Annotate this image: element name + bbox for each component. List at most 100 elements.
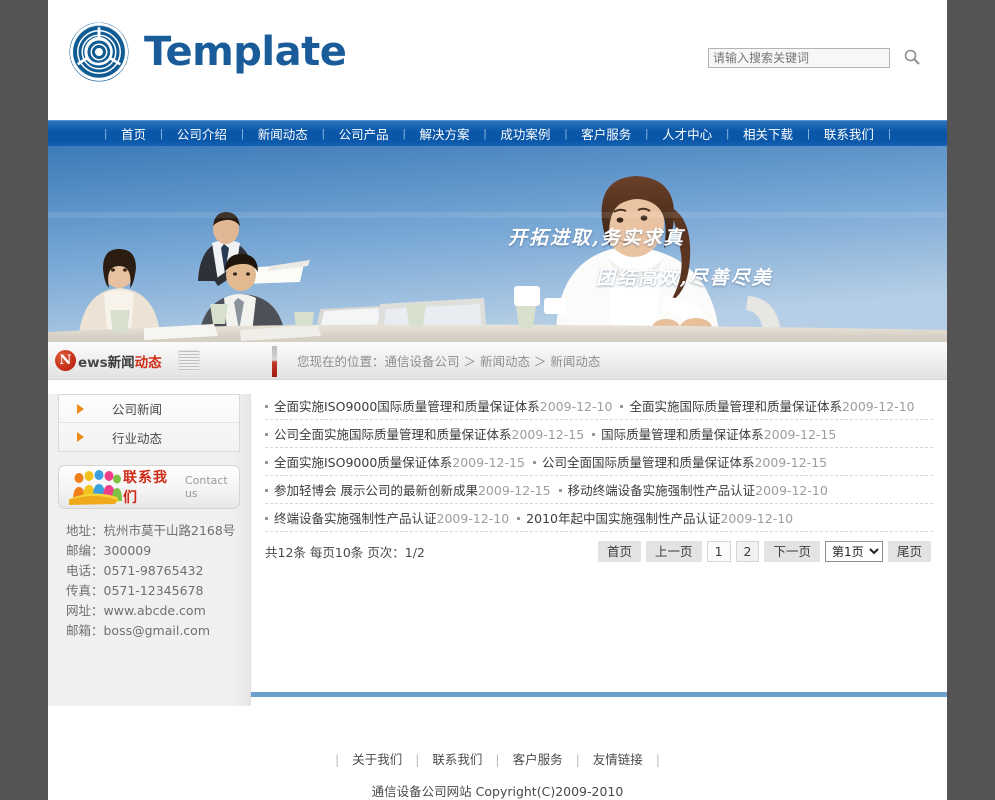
news-title-link[interactable]: 全面实施ISO9000质量保证体系 xyxy=(274,452,452,471)
news-date: 2009-12-15 xyxy=(754,455,828,470)
news-title-link[interactable]: 终端设备实施强制性产品认证 xyxy=(274,508,437,527)
pagination-page-1[interactable]: 1 xyxy=(706,541,731,562)
news-row: 全面实施ISO9000国际质量管理和质量保证体系 2009-12-10 全面实施… xyxy=(265,392,933,420)
spiral-swirl-logo-icon xyxy=(66,20,132,84)
news-item: 全面实施ISO9000国际质量管理和质量保证体系 2009-12-10 xyxy=(265,396,612,415)
contact-us-label-cn: 联系我们 xyxy=(123,470,168,506)
news-date: 2009-12-10 xyxy=(539,399,613,414)
search-button[interactable] xyxy=(902,48,922,68)
news-title-link[interactable]: 公司全面实施国际质量管理和质量保证体系 xyxy=(274,424,512,443)
pagination: 共12条 每页10条 页次：1/2 首页 上一页 1 2 下一页 第1页 第2页… xyxy=(251,532,947,562)
nav-item-news[interactable]: 新闻动态 xyxy=(244,124,322,143)
pagination-prev-button[interactable]: 上一页 xyxy=(646,541,702,562)
news-item: 全面实施ISO9000质量保证体系 2009-12-15 xyxy=(265,452,525,471)
main-content: 公司新闻 行业动态 联系我们 Contact us 地址：杭州市莫干山路2168… xyxy=(48,380,947,706)
news-item: 参加轻博会 展示公司的最新创新成果 2009-12-15 xyxy=(265,480,551,499)
news-title-link[interactable]: 参加轻博会 展示公司的最新创新成果 xyxy=(274,480,478,499)
search-area xyxy=(708,48,922,68)
section-header: N ews新闻动态 您现在的位置：通信设备公司 ＞ 新闻动态 ＞ 新闻动态 xyxy=(48,342,947,380)
banner-slogan-1: 开拓进取,务实求真 xyxy=(508,227,685,249)
news-item: 公司全面实施国际质量管理和质量保证体系 2009-12-15 xyxy=(265,424,584,443)
footer-separator: | xyxy=(655,752,661,767)
pagination-buttons: 首页 上一页 1 2 下一页 第1页 第2页 尾页 xyxy=(598,541,931,562)
news-item: 终端设备实施强制性产品认证 2009-12-10 xyxy=(265,508,509,527)
news-row: 终端设备实施强制性产品认证 2009-12-10 2010年起中国实施强制性产品… xyxy=(265,504,933,532)
news-item: 移动终端设备实施强制性产品认证 2009-12-10 xyxy=(558,480,828,499)
news-list: 全面实施ISO9000国际质量管理和质量保证体系 2009-12-10 全面实施… xyxy=(251,380,947,532)
news-date: 2009-12-15 xyxy=(763,427,837,442)
sidebar-item-label: 公司新闻 xyxy=(112,402,163,417)
main-navigation: | 首页 | 公司介绍 | 新闻动态 | 公司产品 | 解决方案 | 成功案例 … xyxy=(48,120,947,146)
nav-item-cases[interactable]: 成功案例 xyxy=(486,124,564,143)
nav-item-careers[interactable]: 人才中心 xyxy=(648,124,726,143)
banner-slogan-2: 团结高效,尽善尽美 xyxy=(596,267,773,289)
pagination-page-select[interactable]: 第1页 第2页 xyxy=(824,541,883,562)
footer-links: | 关于我们 | 联系我们 | 客户服务 | 友情链接 | xyxy=(48,749,947,768)
news-badge-icon: N xyxy=(55,350,76,371)
news-title-link[interactable]: 公司全面国际质量管理和质量保证体系 xyxy=(542,452,755,471)
bullet-square-icon xyxy=(265,433,268,436)
news-title-link[interactable]: 全面实施ISO9000国际质量管理和质量保证体系 xyxy=(274,396,540,415)
nav-item-home[interactable]: 首页 xyxy=(107,124,160,143)
people-group-icon xyxy=(65,469,123,505)
contact-info-address: 地址：杭州市莫干山路2168号 xyxy=(66,523,236,538)
bullet-square-icon xyxy=(592,433,596,436)
hero-banner: 开拓进取,务实求真 团结高效,尽善尽美 xyxy=(48,146,947,342)
footer-link-friends[interactable]: 友情链接 xyxy=(584,752,652,767)
contact-info-list: 地址：杭州市莫干山路2168号 邮编：300009 电话：0571-987654… xyxy=(66,521,250,641)
breadcrumb: 您现在的位置：通信设备公司 ＞ 新闻动态 ＞ 新闻动态 xyxy=(297,354,601,369)
contact-info-phone: 电话：0571-98765432 xyxy=(66,563,204,578)
nav-item-contact[interactable]: 联系我们 xyxy=(810,124,888,143)
news-date: 2009-12-15 xyxy=(477,483,551,498)
lined-paper-icon xyxy=(177,349,200,372)
news-title-link[interactable]: 全面实施国际质量管理和质量保证体系 xyxy=(629,396,842,415)
arrow-right-icon xyxy=(77,403,84,414)
news-title-link[interactable]: 2010年起中国实施强制性产品认证 xyxy=(526,508,720,527)
pagination-first-button[interactable]: 首页 xyxy=(598,541,642,562)
news-date: 2009-12-15 xyxy=(452,455,525,470)
news-title-link[interactable]: 移动终端设备实施强制性产品认证 xyxy=(568,480,756,499)
section-divider-bar xyxy=(272,346,277,377)
site-footer: | 关于我们 | 联系我们 | 客户服务 | 友情链接 | 通信设备公司网站 C… xyxy=(48,697,947,800)
footer-link-service[interactable]: 客户服务 xyxy=(504,752,572,767)
sidebar: 公司新闻 行业动态 联系我们 Contact us 地址：杭州市莫干山路2168… xyxy=(48,380,251,706)
bullet-square-icon xyxy=(517,517,521,520)
news-date: 2009-12-10 xyxy=(436,511,510,526)
contact-info-website: 网址：www.abcde.com xyxy=(66,603,206,618)
footer-link-about[interactable]: 关于我们 xyxy=(343,752,411,767)
footer-link-contact[interactable]: 联系我们 xyxy=(423,752,491,767)
sidebar-background: 公司新闻 行业动态 联系我们 Contact us 地址：杭州市莫干山路2168… xyxy=(48,394,251,706)
pagination-last-button[interactable]: 尾页 xyxy=(887,541,931,562)
news-item: 2010年起中国实施强制性产品认证 2009-12-10 xyxy=(517,508,793,527)
pagination-page-2[interactable]: 2 xyxy=(735,541,760,562)
nav-item-products[interactable]: 公司产品 xyxy=(325,124,403,143)
bullet-square-icon xyxy=(532,461,536,464)
contact-info-email: 邮箱：boss@gmail.com xyxy=(66,623,210,638)
news-date: 2009-12-15 xyxy=(511,427,585,442)
footer-separator: | xyxy=(334,752,340,767)
nav-item-service[interactable]: 客户服务 xyxy=(567,124,645,143)
sidebar-item-company-news[interactable]: 公司新闻 xyxy=(59,395,239,423)
footer-separator: | xyxy=(415,752,420,767)
bullet-square-icon xyxy=(558,489,562,492)
pagination-next-button[interactable]: 下一页 xyxy=(764,541,820,562)
contact-us-banner[interactable]: 联系我们 Contact us xyxy=(58,465,240,509)
nav-item-solutions[interactable]: 解决方案 xyxy=(406,124,484,143)
section-title-cn1: 新闻 xyxy=(107,354,135,371)
site-logo[interactable]: Template xyxy=(66,20,347,84)
arrow-right-icon xyxy=(77,432,84,442)
section-title-block: N ews新闻动态 xyxy=(48,342,251,379)
footer-separator: | xyxy=(495,752,500,767)
news-panel: 全面实施ISO9000国际质量管理和质量保证体系 2009-12-10 全面实施… xyxy=(251,380,947,692)
search-input[interactable] xyxy=(708,48,890,68)
nav-item-about[interactable]: 公司介绍 xyxy=(163,124,241,143)
bullet-square-icon xyxy=(265,489,268,492)
sidebar-item-industry-news[interactable]: 行业动态 xyxy=(59,423,239,451)
news-title-link[interactable]: 国际质量管理和质量保证体系 xyxy=(601,424,764,443)
sidebar-menu: 公司新闻 行业动态 xyxy=(58,394,240,452)
news-item: 公司全面国际质量管理和质量保证体系 2009-12-15 xyxy=(532,452,828,471)
news-row: 参加轻博会 展示公司的最新创新成果 2009-12-15 移动终端设备实施强制性… xyxy=(265,476,933,504)
nav-item-downloads[interactable]: 相关下载 xyxy=(729,124,807,143)
news-row: 全面实施ISO9000质量保证体系 2009-12-15 公司全面国际质量管理和… xyxy=(265,448,933,476)
footer-copyright: 通信设备公司网站 Copyright(C)2009-2010 xyxy=(371,784,624,799)
